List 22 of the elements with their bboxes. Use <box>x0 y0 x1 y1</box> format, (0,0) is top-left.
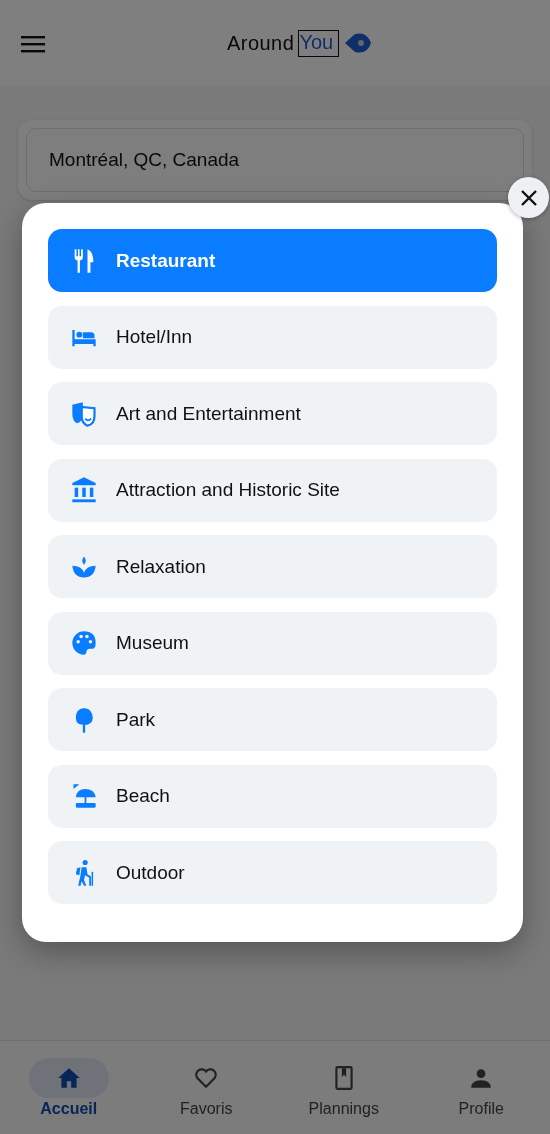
category-option[interactable]: Art and Entertainment <box>48 382 497 445</box>
category-option[interactable]: Hotel/Inn <box>48 305 497 369</box>
palette-icon <box>70 629 98 657</box>
nav-tab[interactable]: Accueil <box>8 1057 129 1118</box>
nav-tab[interactable]: Favoris <box>146 1057 267 1118</box>
eye-pin-icon <box>343 31 374 55</box>
category-option[interactable]: Outdoor <box>48 841 497 904</box>
category-option[interactable]: Attraction and Historic Site <box>48 458 497 522</box>
category-option[interactable]: Relaxation <box>48 535 497 598</box>
menu-icon[interactable] <box>21 35 45 53</box>
category-option[interactable]: Museum <box>48 611 497 675</box>
category-option[interactable]: Park <box>48 688 497 751</box>
nav-tab[interactable]: Plannings <box>283 1057 404 1118</box>
category-option[interactable]: Restaurant <box>48 229 497 292</box>
logo-text-boxed: You <box>298 29 340 57</box>
logo-text: Around <box>226 31 295 55</box>
location-field[interactable]: Montréal, QC, Canada <box>26 128 524 192</box>
bank-building-icon <box>70 476 98 504</box>
nav-tab[interactable]: Profile <box>421 1057 542 1118</box>
category-option[interactable]: Beach <box>48 764 497 828</box>
close-icon <box>518 187 539 208</box>
theater-masks-icon <box>70 399 98 428</box>
